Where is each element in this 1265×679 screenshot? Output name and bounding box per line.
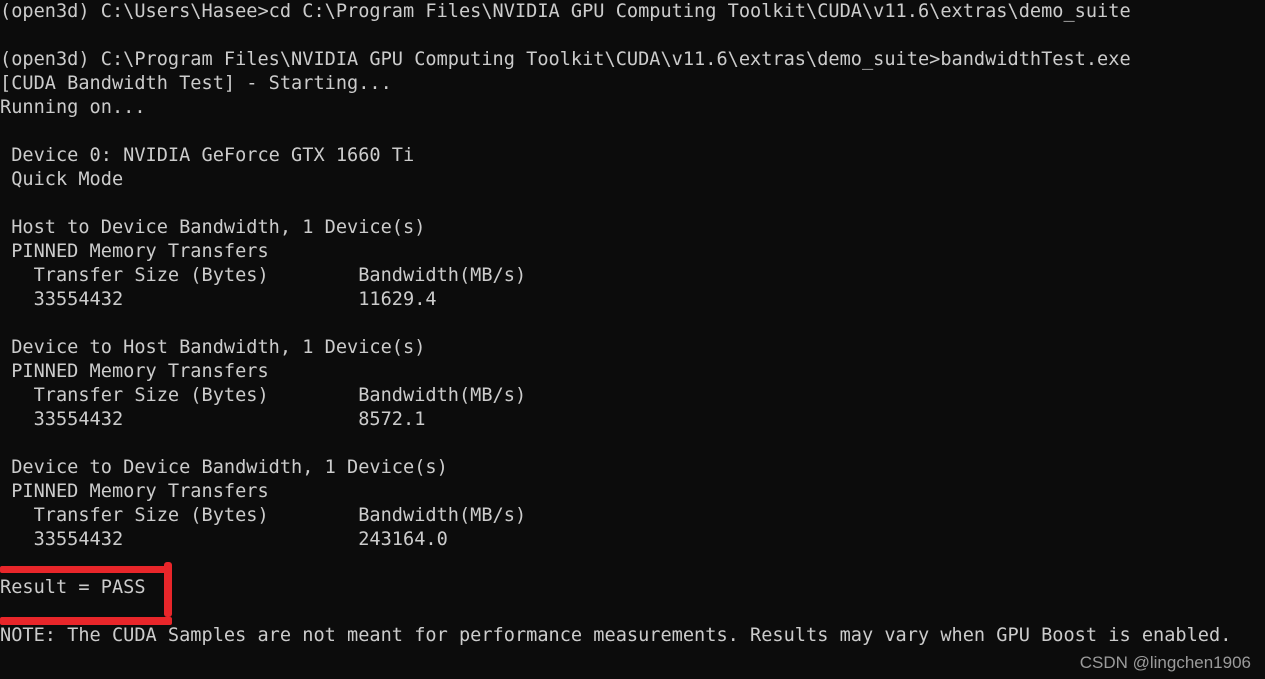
csdn-watermark: CSDN @lingchen1906 — [1079, 653, 1251, 672]
red-annotation-bottom-line — [0, 617, 172, 625]
red-annotation-right-line — [164, 562, 172, 617]
console-output-text: (open3d) C:\Users\Hasee>cd C:\Program Fi… — [0, 1, 1232, 646]
red-annotation-top-line — [0, 566, 170, 573]
terminal-window[interactable]: (open3d) C:\Users\Hasee>cd C:\Program Fi… — [0, 0, 1265, 679]
